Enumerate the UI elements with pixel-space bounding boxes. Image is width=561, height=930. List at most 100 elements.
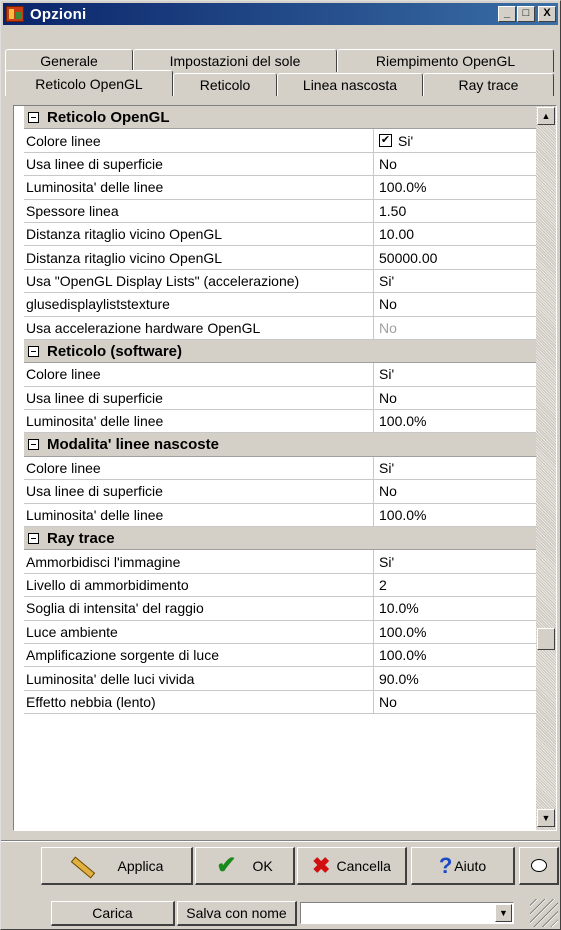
property-value[interactable]: 10.00: [374, 223, 536, 245]
property-value[interactable]: No: [374, 387, 536, 409]
save-as-button[interactable]: Salva con nome: [177, 901, 297, 926]
property-row[interactable]: Luminosita' delle linee 100.0%: [24, 503, 536, 528]
property-name: Colore linee: [24, 456, 374, 480]
property-row[interactable]: Colore linee Si': [24, 363, 536, 387]
property-row[interactable]: Soglia di intensita' del raggio 10.0%: [24, 597, 536, 621]
ok-label: OK: [252, 857, 273, 874]
property-row[interactable]: Livello di ammorbidimento 2: [24, 573, 536, 598]
category-header[interactable]: Modalita' linee nascoste: [24, 433, 536, 457]
maximize-button[interactable]: □: [517, 6, 535, 22]
collapse-icon[interactable]: [28, 111, 39, 123]
property-value-text: No: [379, 483, 397, 500]
title-bar[interactable]: Opzioni _ □ X: [3, 3, 558, 25]
category-header[interactable]: Reticolo (software): [24, 339, 536, 364]
property-value[interactable]: 10.0%: [374, 597, 536, 619]
property-row[interactable]: Luminosita' delle linee 100.0%: [24, 176, 536, 200]
property-value[interactable]: 100.0%: [374, 176, 536, 198]
property-row[interactable]: Usa "OpenGL Display Lists" (accelerazion…: [24, 269, 536, 294]
property-row[interactable]: Colore linee ✔ Si': [24, 129, 536, 153]
property-value[interactable]: 100.0%: [374, 644, 536, 666]
checkbox-checked-icon[interactable]: ✔: [379, 134, 392, 148]
tab-generale[interactable]: Generale: [5, 49, 133, 72]
property-value[interactable]: 50000.00: [374, 246, 536, 268]
property-name: Usa linee di superficie: [24, 480, 374, 503]
property-row[interactable]: Luce ambiente 100.0%: [24, 620, 536, 644]
property-value[interactable]: No: [374, 153, 536, 175]
property-row[interactable]: Usa linee di superficie No: [24, 480, 536, 504]
x-icon: ✖: [312, 852, 331, 878]
property-value[interactable]: 90.0%: [374, 667, 536, 689]
ok-button[interactable]: ✔ OK: [195, 847, 295, 885]
property-value[interactable]: ✔ Si': [374, 129, 536, 151]
property-value[interactable]: No: [374, 480, 536, 502]
tab-impostazioni-sole[interactable]: Impostazioni del sole: [133, 49, 337, 72]
property-name: Distanza ritaglio vicino OpenGL: [24, 246, 374, 269]
property-name: Colore linee: [24, 129, 374, 152]
property-row[interactable]: Colore linee Si': [24, 456, 536, 481]
property-row[interactable]: Distanza ritaglio vicino OpenGL 10.00: [24, 222, 536, 247]
property-name: Amplificazione sorgente di luce: [24, 643, 374, 667]
property-value-text: Si': [379, 272, 395, 289]
tab-riempimento-opengl[interactable]: Riempimento OpenGL: [337, 49, 554, 72]
scroll-up-button[interactable]: ▲: [537, 107, 555, 125]
collapse-icon[interactable]: [28, 345, 39, 357]
help-button[interactable]: ? Aiuto: [411, 847, 515, 885]
property-value[interactable]: No: [374, 691, 536, 713]
property-row[interactable]: Usa accelerazione hardware OpenGL No: [24, 316, 536, 340]
property-value[interactable]: Si': [374, 363, 536, 385]
property-name: Usa "OpenGL Display Lists" (accelerazion…: [24, 269, 374, 293]
property-value[interactable]: 100.0%: [374, 504, 536, 526]
property-value[interactable]: 100.0%: [374, 621, 536, 643]
vertical-scrollbar[interactable]: ▲ ▼: [536, 106, 556, 830]
property-value[interactable]: 1.50: [374, 200, 536, 222]
property-value-text: 100.0%: [379, 647, 427, 664]
tab-ray-trace[interactable]: Ray trace: [423, 73, 554, 96]
property-row[interactable]: Usa linee di superficie No: [24, 152, 536, 177]
property-value-text: 50000.00: [379, 249, 438, 266]
cancel-button[interactable]: ✖ Cancella: [297, 847, 407, 885]
minimize-button[interactable]: _: [498, 6, 516, 22]
property-value-text: 10.00: [379, 226, 415, 243]
property-row[interactable]: Luminosita' delle linee 100.0%: [24, 410, 536, 434]
property-name: Luminosita' delle linee: [24, 503, 374, 527]
collapse-icon[interactable]: [28, 439, 39, 451]
property-row[interactable]: Spessore linea 1.50: [24, 199, 536, 223]
comment-button[interactable]: [519, 847, 559, 885]
property-row[interactable]: Amplificazione sorgente di luce 100.0%: [24, 643, 536, 668]
property-row[interactable]: Ammorbidisci l'immagine Si': [24, 550, 536, 574]
collapse-icon[interactable]: [28, 532, 39, 544]
property-grid[interactable]: Reticolo OpenGL Colore linee ✔ Si' Usa linee…: [24, 106, 536, 830]
scroll-down-button[interactable]: ▼: [537, 809, 555, 827]
pencil-icon: [70, 855, 92, 877]
property-value-text: Si': [398, 132, 414, 149]
tab-reticolo[interactable]: Reticolo: [173, 73, 277, 96]
property-row[interactable]: Luminosita' delle luci vivida 90.0%: [24, 667, 536, 691]
tab-linea-nascosta[interactable]: Linea nascosta: [277, 73, 423, 96]
property-value[interactable]: Si': [374, 457, 536, 479]
dropdown-arrow-icon[interactable]: ▼: [495, 904, 512, 922]
category-title: Ray trace: [47, 529, 115, 547]
property-value[interactable]: Si': [374, 270, 536, 292]
tab-reticolo-opengl[interactable]: Reticolo OpenGL: [5, 70, 173, 96]
property-name: Colore linee: [24, 363, 374, 386]
preset-combo[interactable]: ▼: [300, 902, 514, 924]
property-value[interactable]: 100.0%: [374, 410, 536, 432]
property-row[interactable]: Effetto nebbia (lento) No: [24, 690, 536, 715]
property-row[interactable]: Usa linee di superficie No: [24, 386, 536, 411]
load-button[interactable]: Carica: [51, 901, 175, 926]
property-value[interactable]: Si': [374, 550, 536, 572]
category-title: Reticolo (software): [47, 342, 183, 360]
scroll-thumb[interactable]: [537, 628, 555, 650]
apply-button[interactable]: Applica: [41, 847, 193, 885]
property-row[interactable]: Distanza ritaglio vicino OpenGL 50000.00: [24, 246, 536, 270]
property-name: Luce ambiente: [24, 620, 374, 643]
resize-grip[interactable]: [530, 899, 558, 927]
category-header[interactable]: Ray trace: [24, 527, 536, 551]
property-name: Soglia di intensita' del raggio: [24, 597, 374, 620]
property-value-text: No: [379, 155, 397, 172]
property-row[interactable]: glusedisplayliststexture No: [24, 293, 536, 317]
category-header[interactable]: Reticolo OpenGL: [24, 106, 536, 130]
property-value[interactable]: 2: [374, 574, 536, 596]
property-value[interactable]: No: [374, 293, 536, 315]
close-button[interactable]: X: [538, 6, 556, 22]
